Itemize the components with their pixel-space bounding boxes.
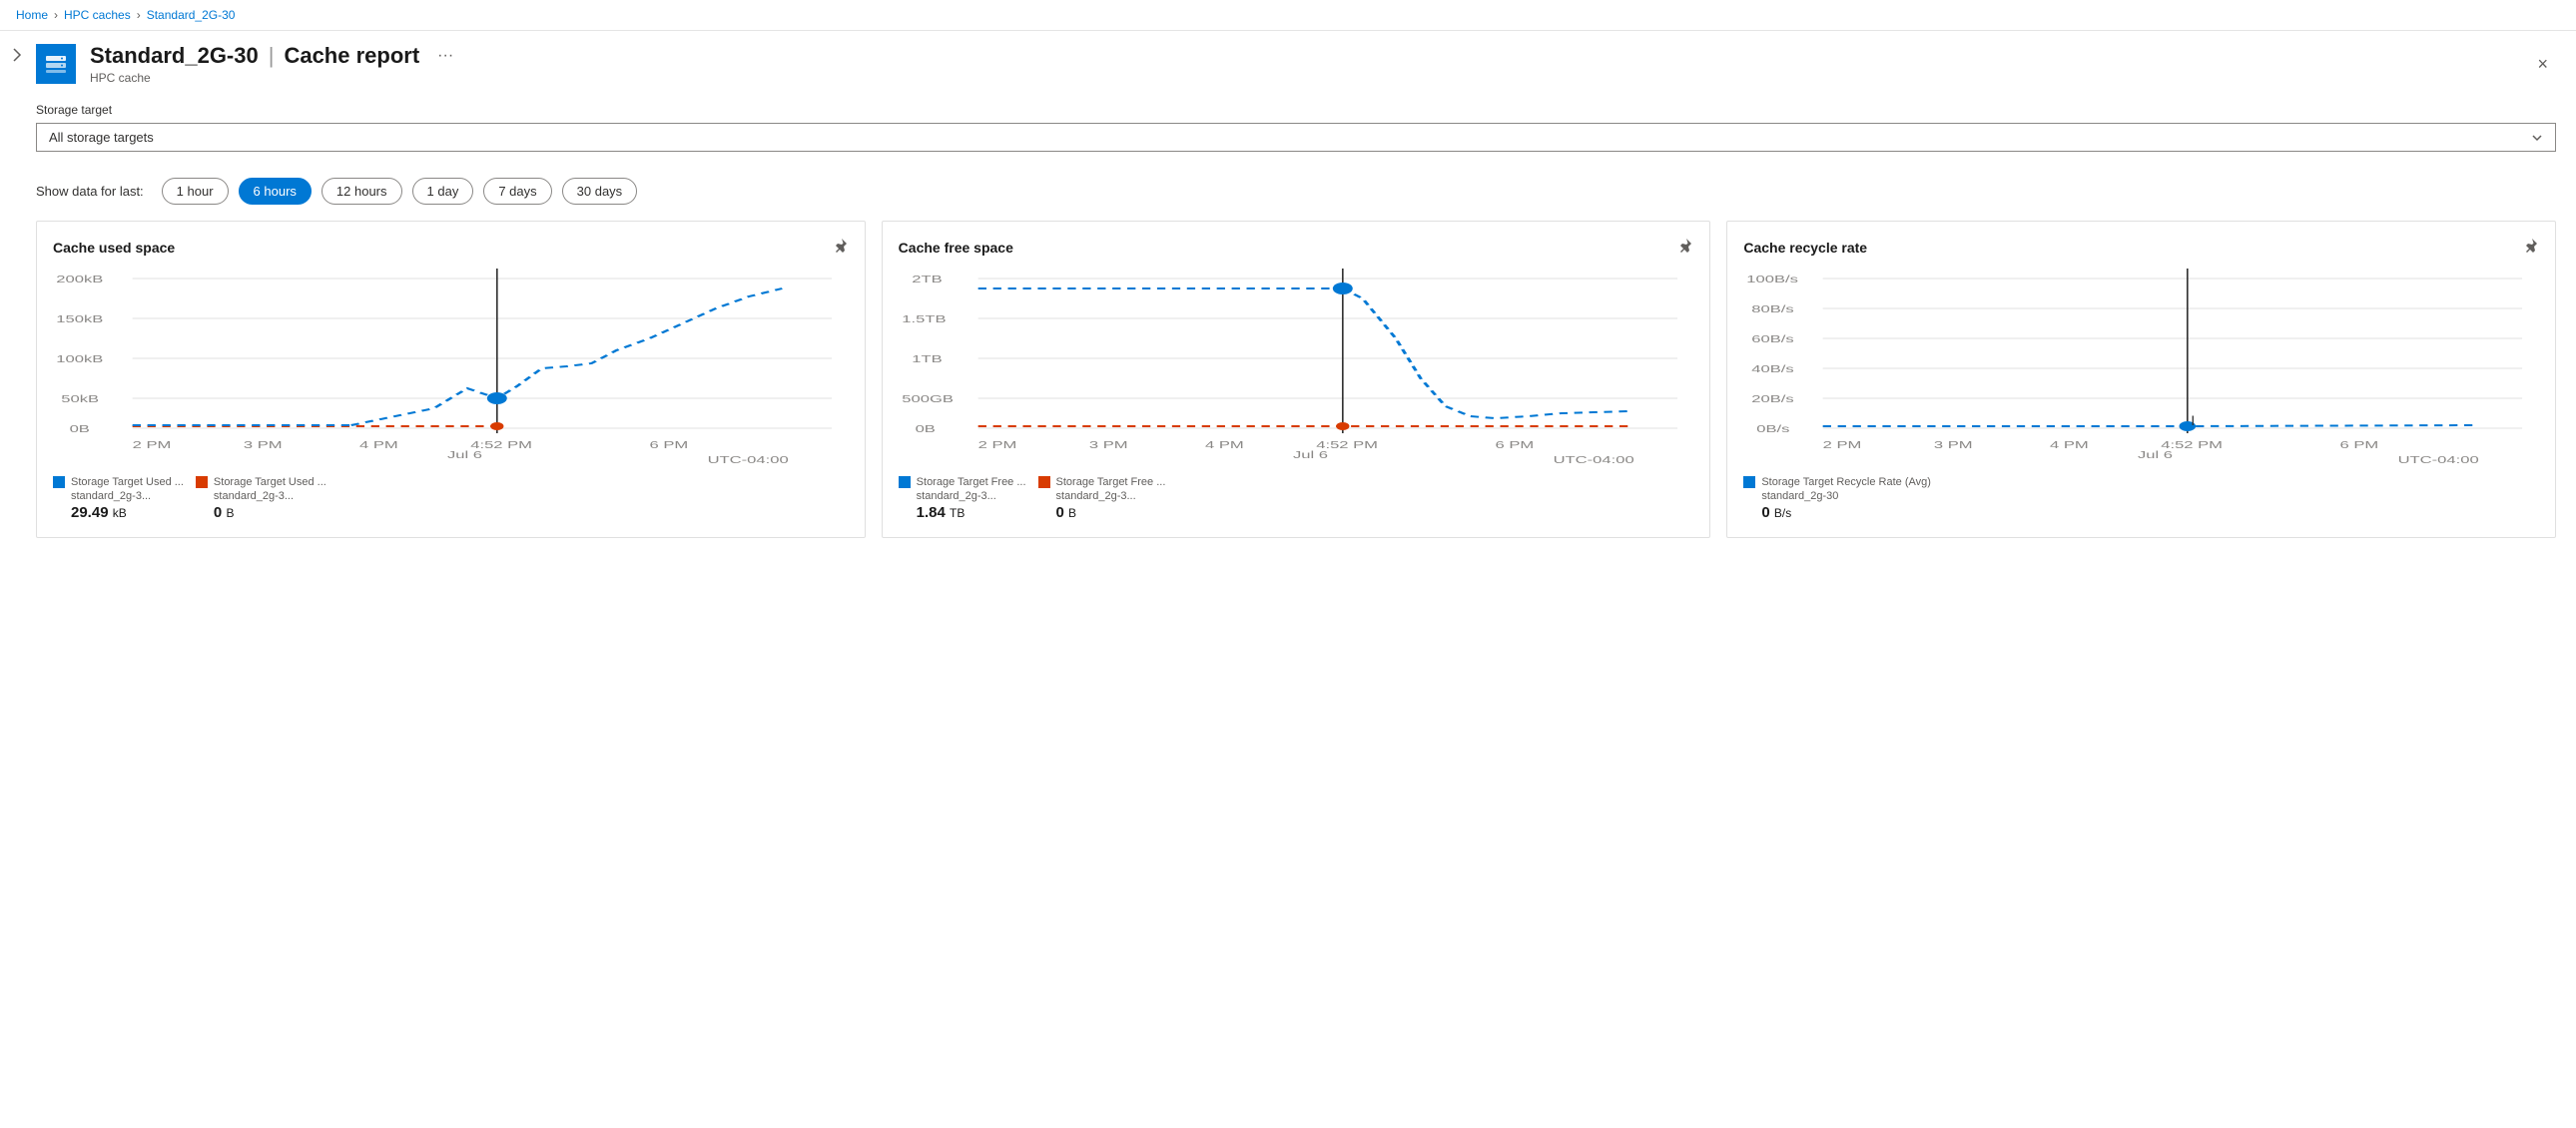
chart-cache-recycle-rate: Cache recycle rate 1: [1726, 221, 2556, 538]
svg-text:3 PM: 3 PM: [1089, 439, 1128, 450]
svg-text:1TB: 1TB: [912, 353, 942, 364]
chart-area-used: 200kB 150kB 100kB 50kB 0B: [53, 269, 849, 468]
svg-text:1.5TB: 1.5TB: [902, 313, 946, 324]
chart-area-free: 2TB 1.5TB 1TB 500GB 0B: [899, 269, 1694, 468]
svg-text:Jul 6: Jul 6: [1293, 449, 1328, 460]
pin-icon-free[interactable]: [1677, 238, 1693, 257]
chart-area-recycle: 100B/s 80B/s 60B/s 40B/s 20B/s 0B/s |: [1743, 269, 2539, 468]
svg-text:100kB: 100kB: [56, 353, 103, 364]
chart-title-used: Cache used space: [53, 238, 849, 257]
time-btn-1day[interactable]: 1 day: [412, 178, 474, 205]
svg-text:Jul 6: Jul 6: [447, 449, 482, 460]
time-btn-6hours[interactable]: 6 hours: [239, 178, 312, 205]
svg-text:4:52 PM: 4:52 PM: [2162, 439, 2224, 450]
more-options-button[interactable]: ···: [429, 43, 461, 69]
svg-text:UTC-04:00: UTC-04:00: [708, 454, 790, 465]
legend-color-blue: [53, 476, 65, 488]
hpc-cache-icon: [44, 52, 68, 76]
svg-text:20B/s: 20B/s: [1752, 393, 1795, 404]
breadcrumb-home[interactable]: Home: [16, 8, 48, 22]
legend-color-orange: [196, 476, 208, 488]
svg-text:6 PM: 6 PM: [650, 439, 689, 450]
close-button[interactable]: ×: [2529, 50, 2556, 79]
svg-text:|: |: [2191, 414, 2195, 425]
svg-text:4:52 PM: 4:52 PM: [470, 439, 532, 450]
pin-icon-recycle[interactable]: [2523, 238, 2539, 257]
time-btn-1hour[interactable]: 1 hour: [162, 178, 229, 205]
chart-title-free: Cache free space: [899, 238, 1694, 257]
page-title: Standard_2G-30 | Cache report ···: [90, 43, 2515, 69]
storage-target-value: All storage targets: [49, 130, 154, 145]
page-title-group: Standard_2G-30 | Cache report ··· HPC ca…: [90, 43, 2515, 85]
legend-item-orange: Storage Target Used ... standard_2g-3...…: [196, 476, 326, 521]
svg-text:60B/s: 60B/s: [1752, 333, 1795, 344]
svg-text:UTC-04:00: UTC-04:00: [1553, 454, 1634, 465]
chevron-down-icon: [2531, 132, 2543, 144]
svg-text:80B/s: 80B/s: [1752, 303, 1795, 314]
svg-text:0B: 0B: [915, 423, 935, 434]
chart-legend-used: Storage Target Used ... standard_2g-3...…: [53, 476, 849, 521]
storage-target-label: Storage target: [36, 103, 2556, 117]
svg-text:0B/s: 0B/s: [1757, 423, 1790, 434]
time-btn-7days[interactable]: 7 days: [483, 178, 551, 205]
sidebar-toggle[interactable]: [0, 31, 36, 1121]
breadcrumb-current[interactable]: Standard_2G-30: [147, 8, 236, 22]
svg-text:100B/s: 100B/s: [1747, 274, 1799, 284]
chart-legend-recycle: Storage Target Recycle Rate (Avg) standa…: [1743, 476, 2539, 521]
storage-target-section: Storage target All storage targets: [36, 93, 2556, 162]
svg-text:500GB: 500GB: [902, 393, 954, 404]
svg-text:6 PM: 6 PM: [2340, 439, 2379, 450]
svg-text:2 PM: 2 PM: [977, 439, 1016, 450]
storage-target-dropdown[interactable]: All storage targets: [36, 123, 2556, 152]
time-btn-30days[interactable]: 30 days: [562, 178, 638, 205]
time-filter: Show data for last: 1 hour 6 hours 12 ho…: [36, 178, 2556, 205]
pin-icon-used[interactable]: [833, 238, 849, 257]
time-btn-12hours[interactable]: 12 hours: [322, 178, 402, 205]
breadcrumb-hpc-caches[interactable]: HPC caches: [64, 8, 131, 22]
svg-text:150kB: 150kB: [56, 313, 103, 324]
chart-title-recycle: Cache recycle rate: [1743, 238, 2539, 257]
svg-text:4 PM: 4 PM: [2050, 439, 2089, 450]
svg-text:4 PM: 4 PM: [359, 439, 398, 450]
svg-text:6 PM: 6 PM: [1495, 439, 1534, 450]
svg-text:40B/s: 40B/s: [1752, 363, 1795, 374]
svg-text:2TB: 2TB: [912, 274, 942, 284]
breadcrumb: Home › HPC caches › Standard_2G-30: [16, 8, 235, 22]
chevron-right-icon: [10, 47, 26, 63]
chart-cache-used-space: Cache used space 200kB: [36, 221, 866, 538]
svg-text:0B: 0B: [70, 423, 90, 434]
chart-cache-free-space: Cache free space 2TB: [882, 221, 1711, 538]
chart-legend-free: Storage Target Free ... standard_2g-3...…: [899, 476, 1694, 521]
svg-text:Jul 6: Jul 6: [2138, 449, 2173, 460]
svg-text:50kB: 50kB: [61, 393, 99, 404]
page-header: Standard_2G-30 | Cache report ··· HPC ca…: [36, 31, 2556, 93]
svg-text:3 PM: 3 PM: [244, 439, 283, 450]
main-content: Standard_2G-30 | Cache report ··· HPC ca…: [36, 31, 2576, 1121]
charts-row: Cache used space 200kB: [36, 221, 2556, 538]
legend-item-blue-free: Storage Target Free ... standard_2g-3...…: [899, 476, 1026, 521]
page-icon: [36, 44, 76, 84]
svg-text:2 PM: 2 PM: [133, 439, 172, 450]
legend-item-blue-recycle: Storage Target Recycle Rate (Avg) standa…: [1743, 476, 1931, 521]
svg-text:200kB: 200kB: [56, 274, 103, 284]
svg-text:2 PM: 2 PM: [1823, 439, 1862, 450]
page-subtitle: HPC cache: [90, 71, 2515, 85]
svg-text:3 PM: 3 PM: [1934, 439, 1973, 450]
legend-item-blue: Storage Target Used ... standard_2g-3...…: [53, 476, 184, 521]
svg-text:UTC-04:00: UTC-04:00: [2398, 454, 2480, 465]
legend-item-orange-free: Storage Target Free ... standard_2g-3...…: [1038, 476, 1166, 521]
svg-text:4:52 PM: 4:52 PM: [1316, 439, 1378, 450]
svg-text:4 PM: 4 PM: [1205, 439, 1244, 450]
time-filter-label: Show data for last:: [36, 184, 144, 199]
breadcrumb-bar: Home › HPC caches › Standard_2G-30: [0, 0, 2576, 31]
